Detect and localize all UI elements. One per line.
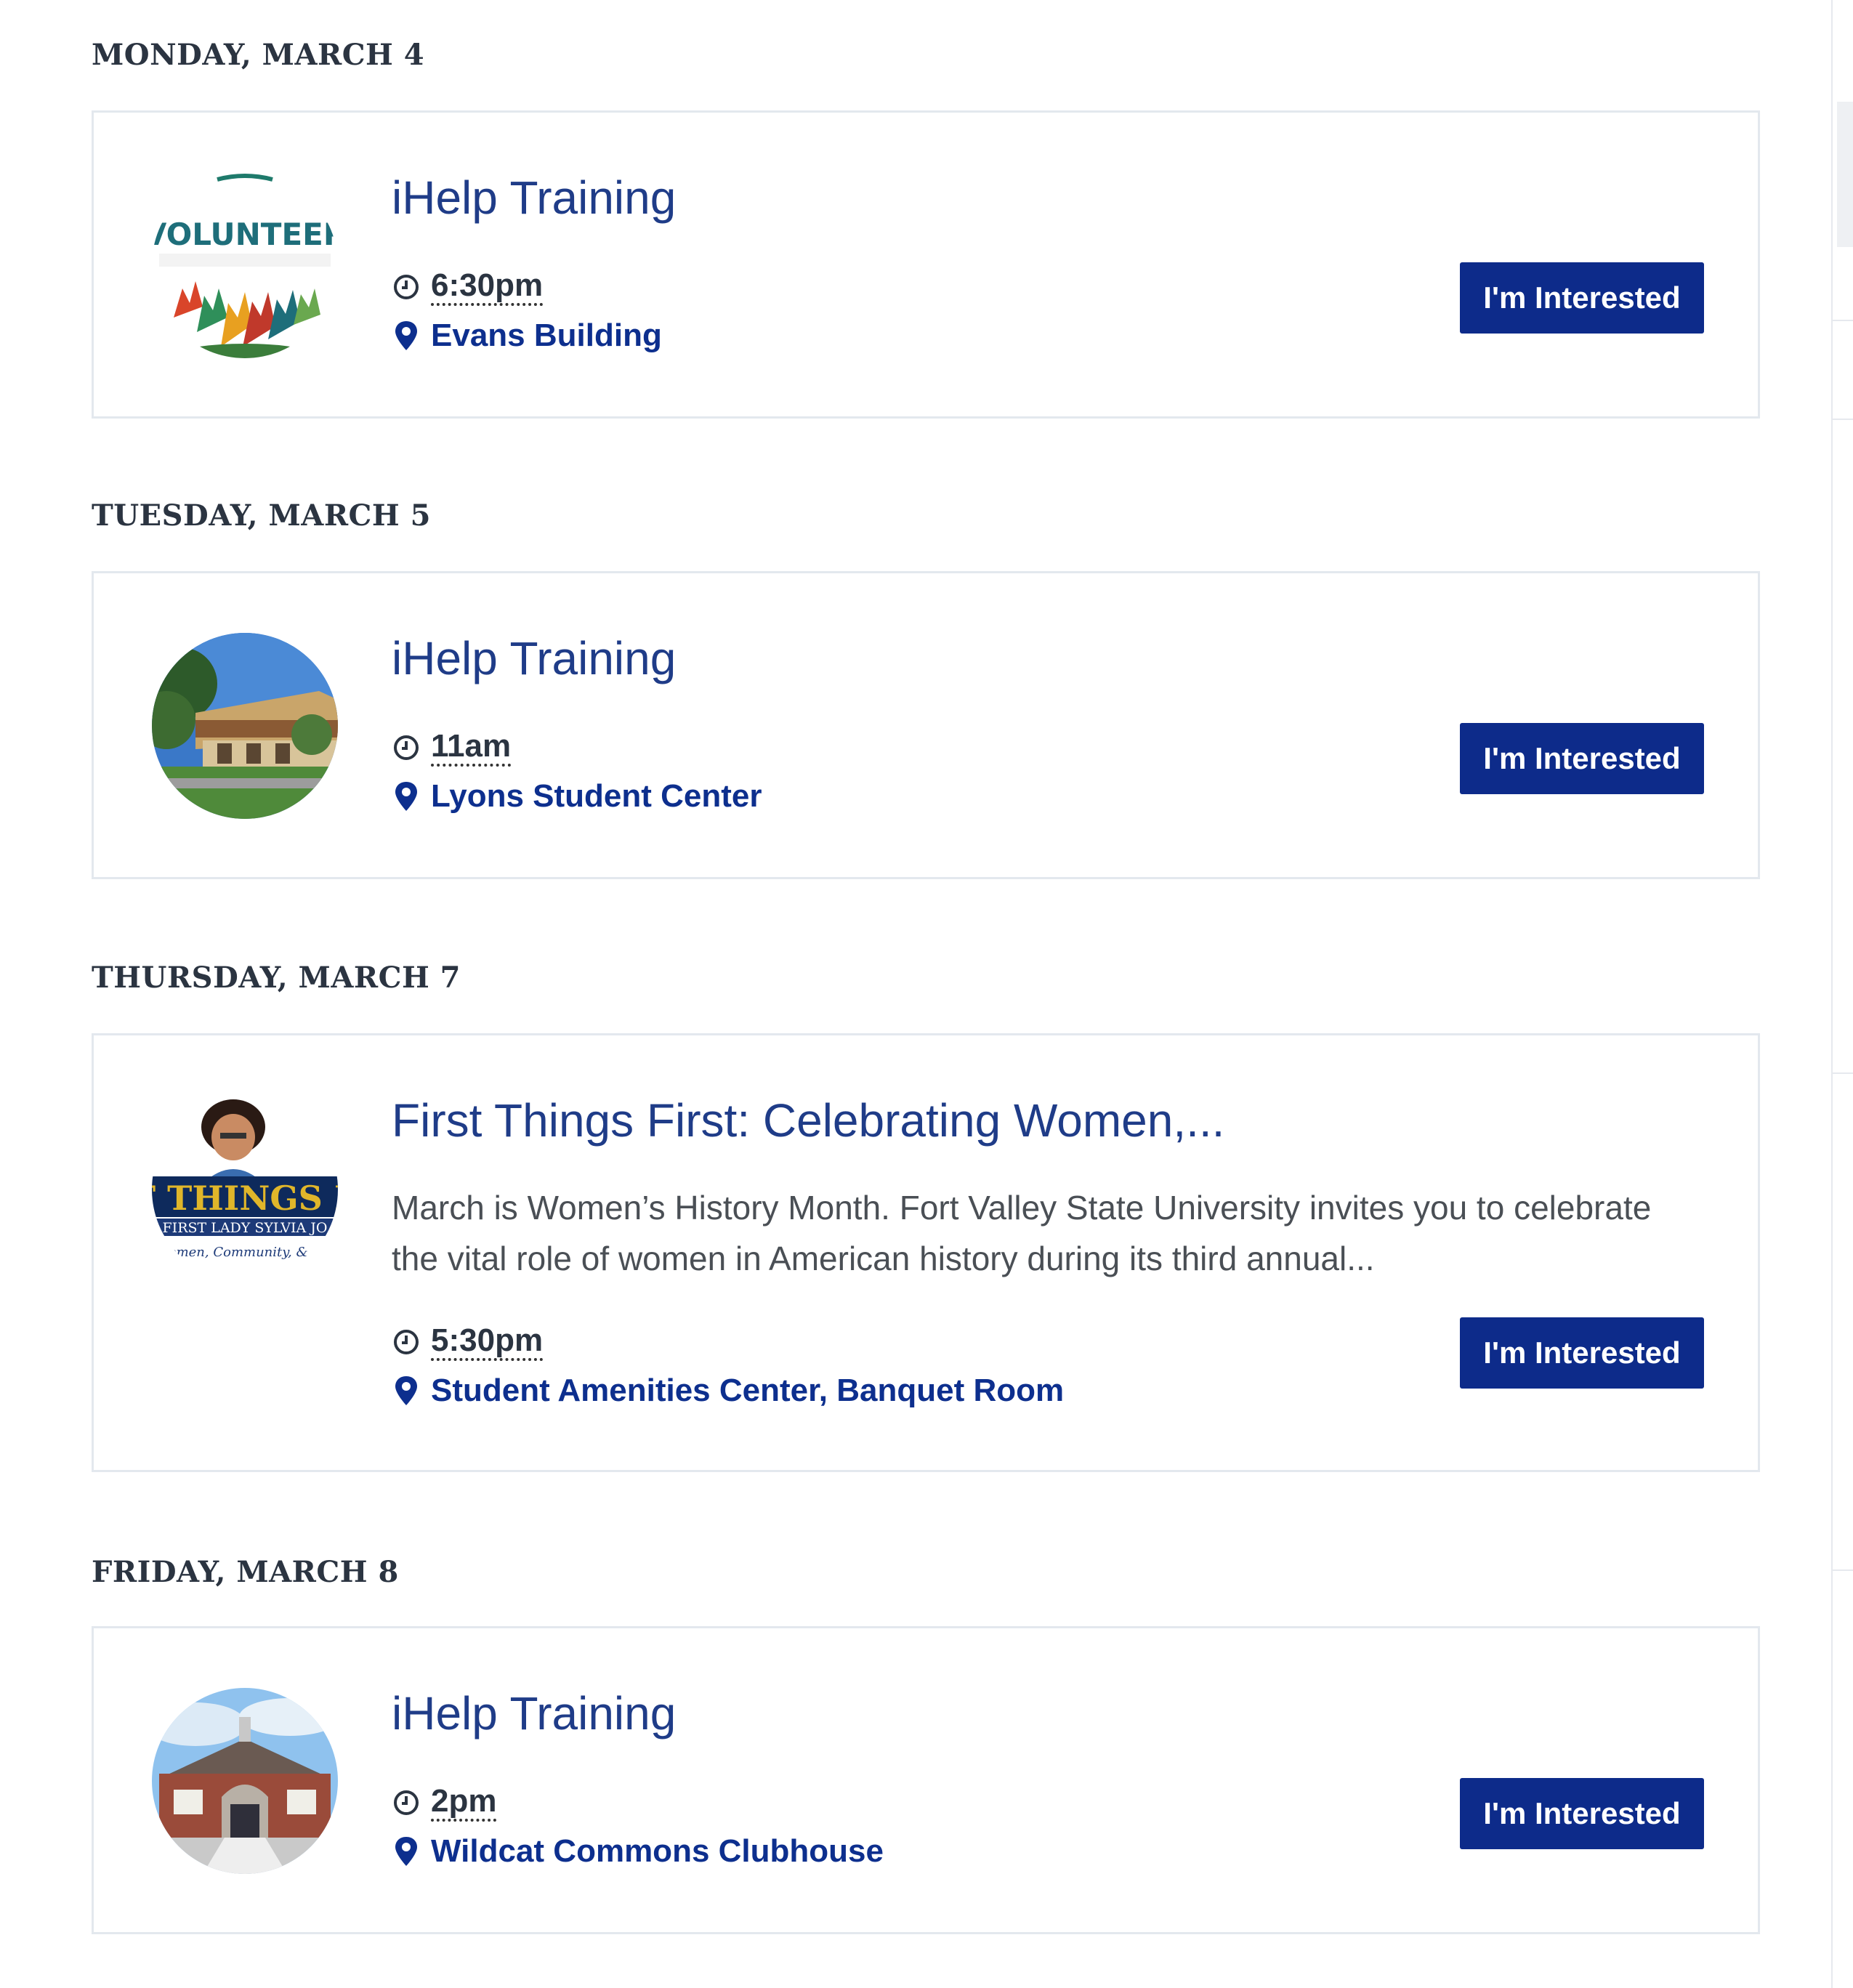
- first-lady-thumb-text: FIRST LADY SYLVIA JO: [163, 1220, 328, 1236]
- event-card[interactable]: VOLUNTEER iHelp Training 6:30pm Evans Bu…: [92, 110, 1760, 419]
- clock-icon: [392, 271, 421, 303]
- clock-icon: [392, 1787, 421, 1819]
- sidebar-divider: [1833, 1072, 1853, 1074]
- im-interested-button[interactable]: I'm Interested: [1460, 723, 1704, 794]
- event-time-text: 11am: [431, 729, 512, 767]
- event-location[interactable]: Student Amenities Center, Banquet Room: [392, 1373, 1064, 1409]
- event-thumbnail-volunteer: VOLUNTEER: [152, 172, 338, 358]
- event-location[interactable]: Lyons Student Center: [392, 778, 762, 815]
- right-sidebar-edge: [1831, 0, 1853, 1988]
- event-location-link[interactable]: Lyons Student Center: [431, 778, 762, 815]
- event-title-link[interactable]: iHelp Training: [392, 631, 676, 685]
- clock-icon: [392, 1326, 421, 1358]
- event-title-link[interactable]: iHelp Training: [392, 1686, 676, 1740]
- event-card[interactable]: iHelp Training 2pm Wildcat Commons Clubh…: [92, 1626, 1760, 1934]
- event-card[interactable]: iHelp Training 11am Lyons Student Center…: [92, 571, 1760, 879]
- map-pin-icon: [392, 320, 421, 352]
- clock-icon: [392, 732, 421, 764]
- first-things-first-logo-image: FIRST THINGS FIRST FIRST LADY SYLVIA JO …: [152, 1096, 338, 1282]
- event-location-link[interactable]: Student Amenities Center, Banquet Room: [431, 1373, 1064, 1409]
- event-title-link[interactable]: First Things First: Celebrating Women,..…: [392, 1094, 1224, 1147]
- day-heading: TUESDAY, MARCH 5: [92, 498, 431, 533]
- volunteer-thumb-text: VOLUNTEER: [152, 217, 338, 252]
- event-time: 5:30pm: [392, 1323, 544, 1361]
- im-interested-button[interactable]: I'm Interested: [1460, 1317, 1704, 1389]
- day-heading: THURSDAY, MARCH 7: [92, 961, 461, 995]
- im-interested-button[interactable]: I'm Interested: [1460, 262, 1704, 334]
- women-community-thumb-text: Women, Community, &: [156, 1245, 307, 1260]
- event-time-text: 5:30pm: [431, 1323, 544, 1361]
- event-time: 6:30pm: [392, 268, 544, 306]
- volunteer-hands-image: VOLUNTEER: [152, 172, 338, 358]
- event-location[interactable]: Evans Building: [392, 318, 662, 354]
- event-description: March is Women’s History Month. Fort Val…: [392, 1189, 1652, 1277]
- event-time: 11am: [392, 729, 512, 767]
- first-things-first-thumb-text: FIRST THINGS FIRST: [152, 1179, 338, 1218]
- event-location-link[interactable]: Evans Building: [431, 318, 662, 354]
- map-pin-icon: [392, 1835, 421, 1867]
- building-photo-image: [152, 633, 338, 819]
- event-time: 2pm: [392, 1784, 497, 1822]
- event-location[interactable]: Wildcat Commons Clubhouse: [392, 1833, 884, 1870]
- event-time-text: 6:30pm: [431, 268, 544, 306]
- event-time-text: 2pm: [431, 1784, 497, 1822]
- event-title-link[interactable]: iHelp Training: [392, 171, 676, 225]
- event-thumbnail-first-things-first: FIRST THINGS FIRST FIRST LADY SYLVIA JO …: [152, 1096, 338, 1282]
- clubhouse-photo-image: [152, 1688, 338, 1874]
- im-interested-button[interactable]: I'm Interested: [1460, 1778, 1704, 1849]
- map-pin-icon: [392, 1375, 421, 1407]
- sidebar-divider: [1833, 419, 1853, 420]
- sidebar-divider: [1833, 320, 1853, 321]
- event-location-link[interactable]: Wildcat Commons Clubhouse: [431, 1833, 884, 1870]
- event-thumbnail-building: [152, 633, 338, 819]
- event-card[interactable]: FIRST THINGS FIRST FIRST LADY SYLVIA JO …: [92, 1033, 1760, 1472]
- day-heading: MONDAY, MARCH 4: [92, 38, 425, 72]
- event-thumbnail-clubhouse: [152, 1688, 338, 1874]
- map-pin-icon: [392, 780, 421, 812]
- sidebar-divider: [1833, 1569, 1853, 1571]
- day-heading: FRIDAY, MARCH 8: [92, 1555, 399, 1589]
- sidebar-panel-edge: [1837, 102, 1853, 247]
